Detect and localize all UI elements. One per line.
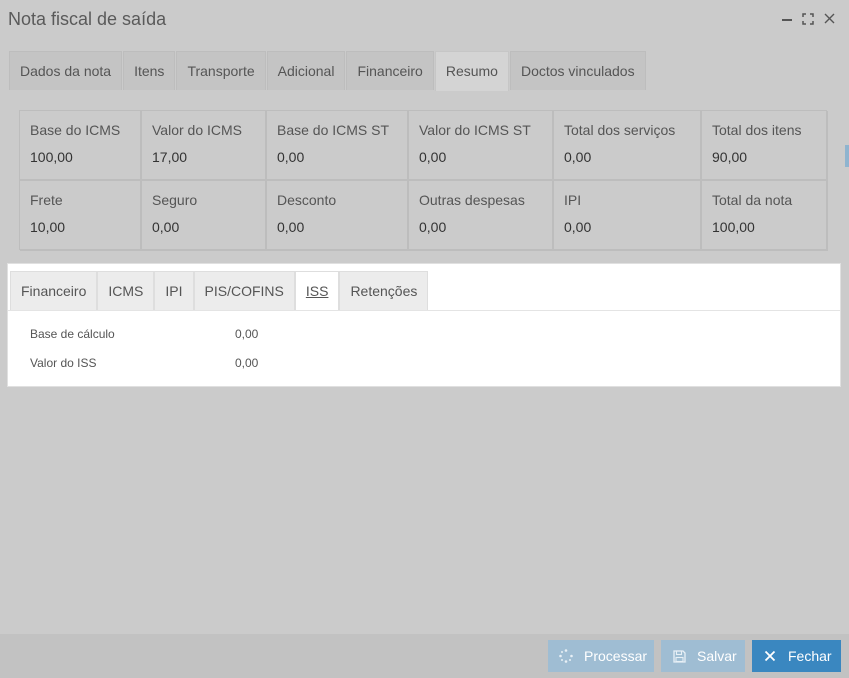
summary-label: Valor do ICMS ST [419,122,531,138]
summary-cell: Total dos serviços 0,00 [554,111,702,181]
summary-label: Total da nota [712,192,793,208]
subtab-financeiro[interactable]: Financeiro [10,271,98,310]
close-button-label: Fechar [788,648,832,664]
summary-value: 17,00 [152,149,188,165]
subtab-pis-cofins[interactable]: PIS/COFINS [193,271,295,310]
summary-value: 0,00 [419,219,447,235]
summary-value: 0,00 [564,149,592,165]
iss-field-label: Base de cálculo [30,327,115,341]
close-icon [762,640,778,672]
summary-cell: Total dos itens 90,00 [702,111,828,181]
main-tabs: Dados da nota Itens Transporte Adicional… [9,51,646,91]
summary-label: Valor do ICMS [152,122,242,138]
iss-field-label: Valor do ISS [30,356,97,370]
close-icon [824,13,835,24]
iss-field-value: 0,00 [235,356,259,370]
summary-value: 0,00 [419,149,447,165]
summary-cell: Valor do ICMS 17,00 [142,111,267,181]
summary-cell: Base do ICMS ST 0,00 [267,111,409,181]
subtab-iss[interactable]: ISS [294,271,340,310]
maximize-button[interactable] [800,10,816,28]
process-button-label: Processar [584,648,648,664]
tab-dados-da-nota[interactable]: Dados da nota [9,51,123,90]
subtab-ipi[interactable]: IPI [154,271,194,310]
scroll-edge-indicator [845,145,849,167]
tab-resumo[interactable]: Resumo [434,51,509,91]
tax-detail-panel: Financeiro ICMS IPI PIS/COFINS ISS Reten… [7,263,841,387]
summary-label: Desconto [277,192,337,208]
summary-value: 0,00 [277,149,305,165]
summary-label: Total dos itens [712,122,802,138]
summary-value: 10,00 [30,219,66,235]
tab-financeiro[interactable]: Financeiro [346,51,434,90]
tab-doctos-vinculados[interactable]: Doctos vinculados [509,51,646,90]
dialog-footer: Processar Salvar Fechar [0,634,849,678]
subtab-icms[interactable]: ICMS [97,271,155,310]
summary-cell: Outras despesas 0,00 [409,181,554,251]
summary-cell: Desconto 0,00 [267,181,409,251]
close-window-button[interactable] [822,10,838,28]
maximize-icon [802,13,814,25]
minimize-button[interactable] [779,10,795,28]
summary-value: 100,00 [712,219,755,235]
summary-label: Seguro [152,192,198,208]
window-title: Nota fiscal de saída [8,9,167,29]
spinner-icon [558,640,574,672]
tab-transporte[interactable]: Transporte [176,51,266,90]
tab-itens[interactable]: Itens [123,51,176,90]
summary-label: IPI [564,192,582,208]
save-button[interactable]: Salvar [661,640,745,672]
subtabs-divider [8,310,840,311]
minimize-icon [782,19,792,21]
save-button-label: Salvar [697,648,737,664]
close-button[interactable]: Fechar [752,640,841,672]
iss-field-value: 0,00 [235,327,259,341]
process-button[interactable]: Processar [548,640,654,672]
summary-label: Base do ICMS ST [277,122,390,138]
summary-value: 0,00 [277,219,305,235]
summary-cell: IPI 0,00 [554,181,702,251]
window-titlebar: Nota fiscal de saída [0,0,849,40]
summary-cell: Frete 10,00 [20,181,142,251]
summary-label: Base do ICMS [30,122,121,138]
subtab-retencoes[interactable]: Retenções [339,271,429,310]
summary-cell: Base do ICMS 100,00 [20,111,142,181]
summary-value: 90,00 [712,149,748,165]
summary-cell: Seguro 0,00 [142,181,267,251]
summary-cell: Total da nota 100,00 [702,181,828,251]
summary-value: 0,00 [564,219,592,235]
summary-label: Frete [30,192,63,208]
floppy-disk-icon [671,640,687,672]
tab-adicional[interactable]: Adicional [266,51,346,90]
summary-value: 100,00 [30,149,73,165]
summary-value: 0,00 [152,219,180,235]
summary-label: Total dos serviços [564,122,676,138]
summary-grid: Base do ICMS 100,00 Valor do ICMS 17,00 Ba… [19,110,828,251]
summary-label: Outras despesas [419,192,525,208]
tax-subtabs: Financeiro ICMS IPI PIS/COFINS ISS Reten… [10,271,429,310]
summary-cell: Valor do ICMS ST 0,00 [409,111,554,181]
